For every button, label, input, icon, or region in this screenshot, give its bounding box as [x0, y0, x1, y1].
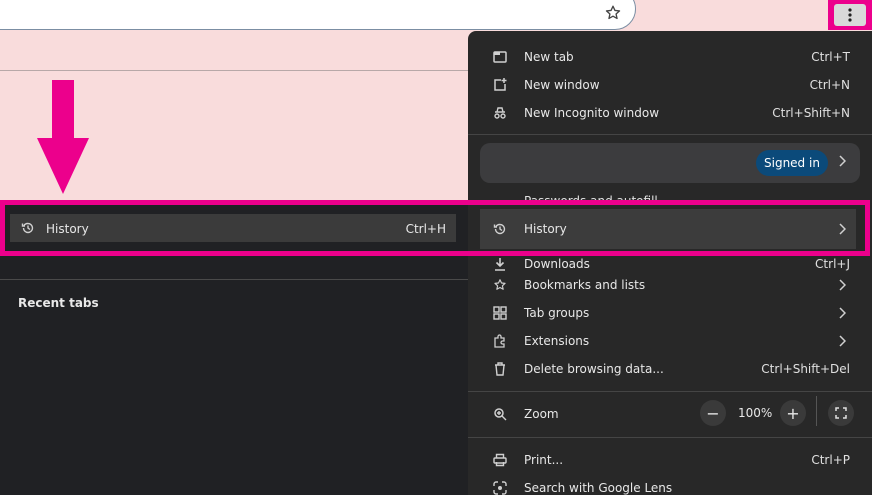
menu-item-print[interactable]: Print... Ctrl+P [468, 446, 872, 474]
menu-item-label: Tab groups [524, 306, 590, 320]
extension-icon [492, 333, 508, 349]
menu-item-new-tab[interactable]: New tab Ctrl+T [468, 43, 872, 71]
menu-item-history[interactable]: History [468, 215, 872, 243]
menu-item-label: Delete browsing data... [524, 362, 664, 376]
trash-icon [492, 361, 508, 377]
fullscreen-button[interactable] [828, 400, 854, 426]
annotation-arrow [52, 80, 74, 140]
lens-icon [492, 480, 508, 495]
menu-item-shortcut: Ctrl+T [811, 50, 850, 64]
menu-item-new-window[interactable]: New window Ctrl+N [468, 71, 872, 99]
menu-item-label: Extensions [524, 334, 590, 348]
menu-button-highlight [828, 0, 872, 30]
divider [0, 70, 468, 71]
menu-item-bookmarks[interactable]: Bookmarks and lists [468, 271, 872, 299]
menu-item-shortcut: Ctrl+P [811, 453, 850, 467]
submenu-item-label: History [46, 222, 89, 236]
menu-item-label: New window [524, 78, 600, 92]
menu-item-label: Downloads [524, 257, 590, 271]
menu-item-new-incognito[interactable]: New Incognito window Ctrl+Shift+N [468, 99, 872, 127]
menu-item-tab-groups[interactable]: Tab groups [468, 299, 872, 327]
divider [468, 437, 872, 438]
chevron-right-icon [836, 305, 848, 321]
menu-item-zoom: Zoom − 100% + [468, 396, 872, 428]
download-icon [492, 256, 508, 272]
submenu-item-shortcut: Ctrl+H [405, 222, 446, 236]
zoom-icon [492, 406, 508, 422]
menu-item-shortcut: Ctrl+J [815, 257, 850, 271]
divider [816, 396, 817, 426]
new-tab-icon [492, 49, 508, 65]
fullscreen-icon [835, 407, 847, 419]
menu-item-label: Bookmarks and lists [524, 278, 646, 292]
divider [468, 134, 872, 135]
tab-groups-icon [492, 305, 508, 321]
print-icon [492, 452, 508, 468]
divider [468, 391, 872, 392]
menu-item-shortcut: Ctrl+N [809, 78, 850, 92]
bookmark-star-icon[interactable] [601, 1, 625, 25]
incognito-icon [492, 105, 508, 121]
kebab-icon [848, 8, 852, 22]
menu-item-label: History [524, 222, 567, 236]
chevron-right-icon [836, 277, 848, 293]
recent-tabs-heading: Recent tabs [18, 296, 99, 310]
menu-item-label: Zoom [524, 407, 559, 421]
zoom-controls: − 100% + [700, 396, 872, 428]
new-window-icon [492, 77, 508, 93]
signed-in-badge: Signed in [756, 150, 828, 176]
divider [0, 279, 468, 280]
zoom-level: 100% [738, 406, 773, 420]
zoom-out-button[interactable]: − [700, 400, 726, 426]
menu-item-shortcut: Ctrl+Shift+Del [761, 362, 850, 376]
menu-item-delete-browsing-data[interactable]: Delete browsing data... Ctrl+Shift+Del [468, 355, 872, 383]
history-icon [20, 220, 36, 236]
menu-item-google-lens[interactable]: Search with Google Lens [468, 474, 872, 495]
annotation-arrow-head [37, 138, 89, 194]
zoom-in-button[interactable]: + [780, 400, 806, 426]
chevron-right-icon [836, 221, 848, 237]
history-icon [492, 221, 508, 237]
menu-item-shortcut: Ctrl+Shift+N [772, 106, 850, 120]
star-icon [492, 277, 508, 293]
submenu-item-history[interactable]: History Ctrl+H [10, 214, 456, 242]
chrome-menu-button[interactable] [834, 4, 866, 26]
menu-item-label: New Incognito window [524, 106, 660, 120]
menu-item-label: Search with Google Lens [524, 481, 673, 495]
menu-item-label: New tab [524, 50, 574, 64]
menu-item-extensions[interactable]: Extensions [468, 327, 872, 355]
chevron-right-icon [838, 155, 846, 167]
menu-item-label: Print... [524, 453, 564, 467]
chrome-menu: New tab Ctrl+T New window Ctrl+N New Inc… [468, 31, 872, 495]
address-bar[interactable] [0, 0, 636, 30]
chevron-right-icon [836, 333, 848, 349]
profile-row[interactable]: Signed in [480, 143, 860, 183]
